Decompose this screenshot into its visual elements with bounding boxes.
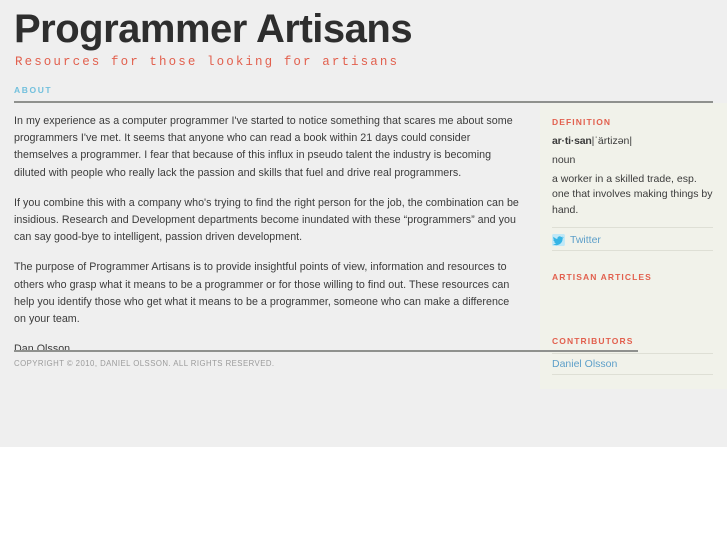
social-links: Twitter <box>552 227 713 251</box>
page-background-filler <box>0 447 727 545</box>
sidebar: Definition ar·ti·san|ˈärtizən| noun a wo… <box>540 103 727 389</box>
widget-definition: Definition ar·ti·san|ˈärtizən| noun a wo… <box>552 117 713 251</box>
page-title: Programmer Artisans <box>14 7 413 51</box>
article-paragraph: In my experience as a computer programme… <box>14 115 513 179</box>
twitter-bird-icon <box>552 234 565 246</box>
footer-divider <box>14 350 638 352</box>
widget-title-definition: Definition <box>552 117 612 127</box>
definition-body: a worker in a skilled trade, esp. one th… <box>552 172 713 216</box>
copyright-text: Copyright © 2010, Daniel Olsson. All rig… <box>14 359 275 368</box>
definition-part-of-speech: noun <box>552 154 576 166</box>
widget-title-contributors: Contributors <box>552 336 634 346</box>
twitter-label: Twitter <box>570 234 601 246</box>
primary-navigation: About <box>14 80 713 103</box>
definition-headword: ar·ti·san|ˈärtizən| <box>552 134 713 149</box>
definition-word: ar·ti·san <box>552 135 592 147</box>
site-header: Programmer Artisans Resources for those … <box>0 0 727 70</box>
nav-item-about[interactable]: About <box>14 85 52 95</box>
artisan-articles-list <box>552 289 713 315</box>
article-paragraph: The purpose of Programmer Artisans is to… <box>14 261 510 326</box>
widget-title-artisan-articles: Artisan Articles <box>552 272 652 282</box>
page-container: Programmer Artisans Resources for those … <box>0 0 727 447</box>
twitter-link[interactable]: Twitter <box>552 234 713 251</box>
site-footer: Copyright © 2010, Daniel Olsson. All rig… <box>0 350 727 368</box>
widget-artisan-articles: Artisan Articles <box>552 272 713 315</box>
definition-pronunciation: |ˈärtizən| <box>591 135 633 147</box>
site-tagline: Resources for those looking for artisans <box>15 55 400 69</box>
content-wrapper: In my experience as a computer programme… <box>0 103 727 389</box>
main-article: In my experience as a computer programme… <box>0 103 520 371</box>
article-paragraph: If you combine this with a company who's… <box>14 196 519 244</box>
